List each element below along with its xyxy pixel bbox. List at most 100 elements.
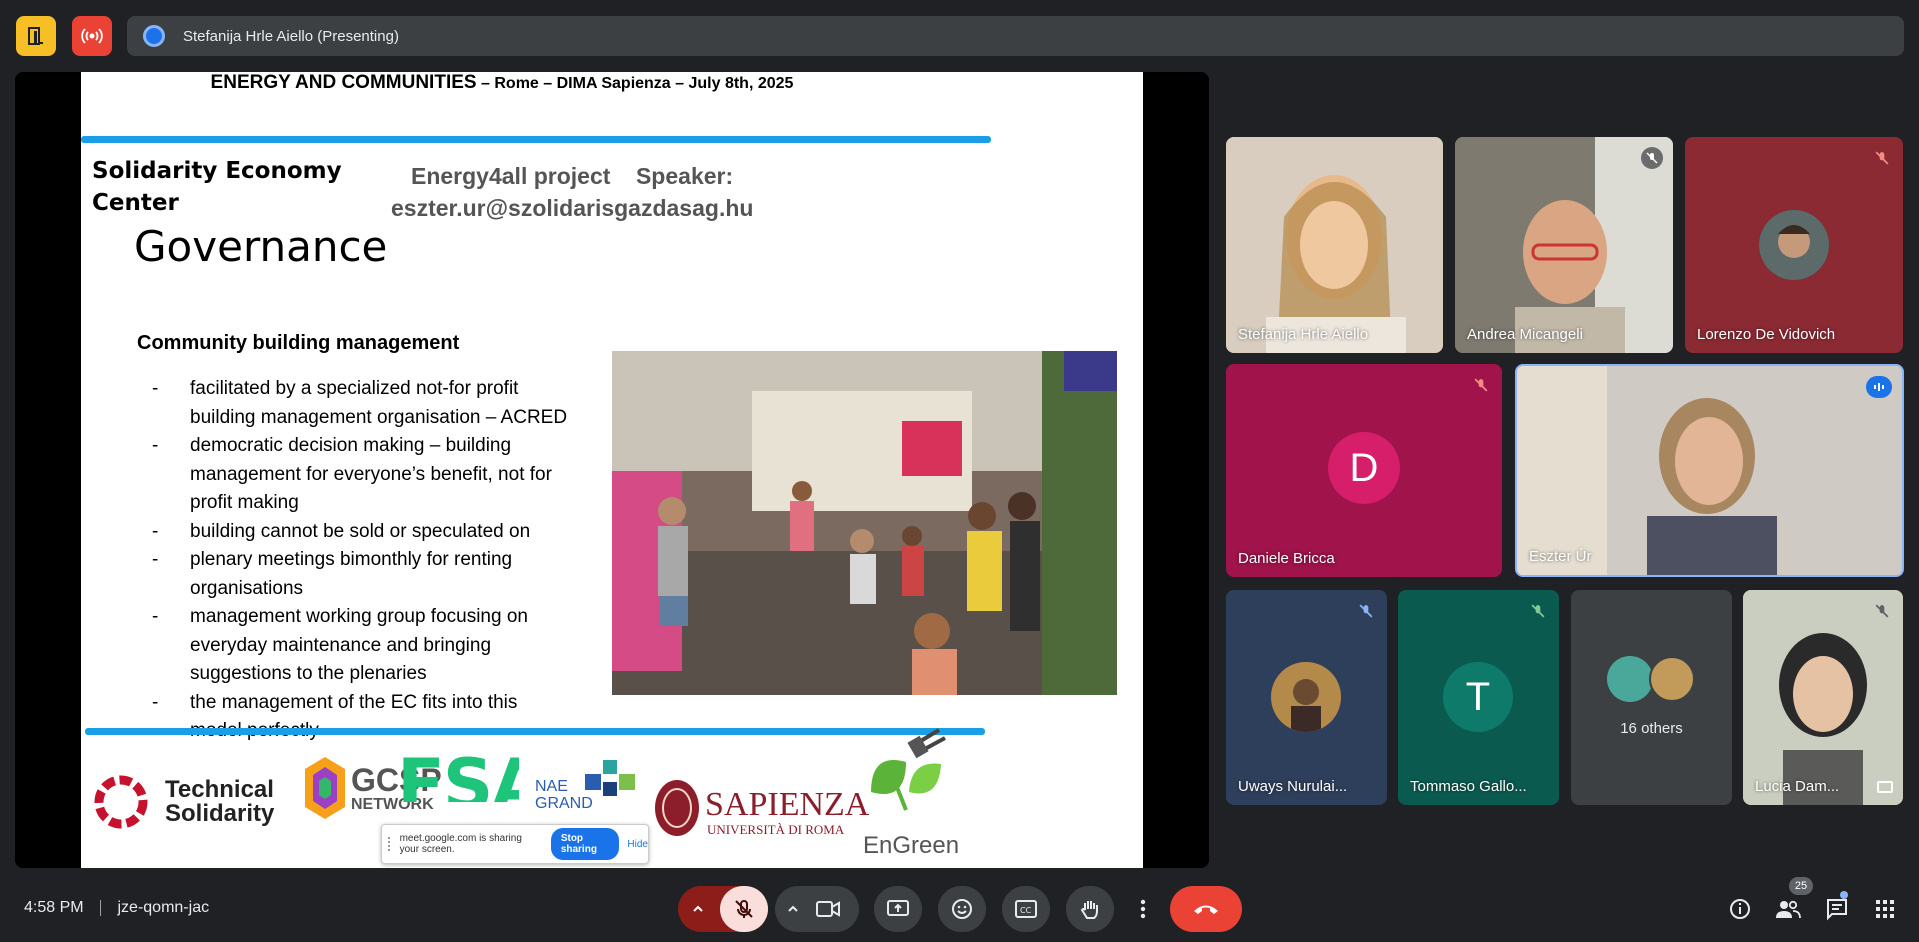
hand-icon [1080,901,1098,919]
speaking-indicator-icon [1866,376,1892,398]
chevron-up-icon[interactable] [688,899,708,924]
more-options-button[interactable] [1130,886,1156,932]
technical-solidarity-text: Technical Solidarity [165,776,275,827]
participant-video [1517,366,1902,575]
sapienza-subtext: UNIVERSITÀ DI ROMA [707,822,845,837]
mic-off-icon[interactable] [720,886,768,932]
bullet-item: - building cannot be sold or speculated o… [152,520,531,542]
door-icon[interactable] [16,16,56,56]
org-name-line2: Center [92,190,179,216]
stop-sharing-button[interactable]: Stop sharing [550,828,620,860]
mic-off-icon [1641,147,1663,169]
presenter-logo-icon [143,25,165,47]
mic-off-icon [1871,147,1893,169]
mic-off-icon [1470,374,1492,396]
bullet-item: - the management of the EC fits into this… [152,691,518,742]
chat-icon[interactable] [1824,896,1850,922]
top-bar: Stefanija Hrle Aiello (Presenting) [0,0,1919,72]
slide-header-details: – Rome – DIMA Sapienza – July 8th, 2025 [476,75,794,92]
more-vert-icon [1140,899,1146,919]
mic-off-icon [1355,600,1377,622]
apps-grid-icon[interactable] [1872,896,1898,922]
present-icon [887,900,909,916]
clock-time: 4:58 PM [24,899,84,916]
slide-divider-top [81,136,991,143]
videocam-icon[interactable] [815,897,841,926]
meeting-info: 4:58 PM jze-qomn-jac [24,899,209,917]
presentation-bar[interactable]: Stefanija Hrle Aiello (Presenting) [127,16,1904,56]
participant-avatar: T [1443,662,1513,732]
participant-tile[interactable]: Lorenzo De Vidovich [1685,137,1903,353]
participant-tile[interactable]: T Tommaso Gallo... [1398,590,1559,805]
slide-header: ENERGY AND COMMUNITIES – Rome – DIMA Sap… [81,72,1143,94]
participant-name: Lorenzo De Vidovich [1697,326,1836,343]
participant-name: Daniele Bricca [1238,550,1335,567]
hide-popup-link[interactable]: Hide [627,839,648,850]
svg-text:CC: CC [1020,906,1032,915]
participant-tile[interactable]: D Daniele Bricca [1226,364,1502,577]
info-icon[interactable] [1727,896,1753,922]
presentation-slide: ENERGY AND COMMUNITIES – Rome – DIMA Sap… [81,72,1143,868]
presenting-label: Stefanija Hrle Aiello (Presenting) [183,27,399,45]
call-end-icon [1194,905,1218,914]
puzzle-logo [585,760,635,796]
participant-video [1455,137,1673,353]
sapienza-seal-icon [655,780,699,836]
bullet-item: - plenary meetings bimonthly for renting o… [152,549,513,599]
bullet-item: - democratic decision making – building ma… [152,435,552,513]
bullet-list: - facilitated by a specialized not-for pr… [137,375,637,746]
org-name: Solidarity Economy Center [92,155,342,219]
captions-icon: CC [1015,900,1037,918]
community-photo [612,351,1117,695]
engreen-logo [871,728,946,811]
mic-off-icon [1871,600,1893,622]
slide-header-title: ENERGY AND COMMUNITIES [210,72,477,93]
shared-screen[interactable]: ENERGY AND COMMUNITIES – Rome – DIMA Sap… [15,72,1209,868]
slide-subtitle: Community building management [137,332,460,354]
share-message: meet.google.com is sharing your screen. [399,833,522,855]
fsa-logo: FSA [397,752,519,802]
captions-button[interactable]: CC [1002,886,1050,932]
slide-title: Governance [134,222,388,271]
reactions-button[interactable] [938,886,986,932]
people-count-badge: 25 [1789,877,1813,895]
broadcast-icon[interactable] [72,16,112,56]
participant-avatar [1607,656,1653,702]
chevron-up-icon[interactable] [783,899,803,924]
technical-solidarity-logo [94,775,148,829]
engreen-text: EnGreen [863,832,960,859]
others-tile[interactable]: 16 others [1571,590,1732,805]
participant-video [1743,590,1903,805]
people-icon[interactable] [1775,896,1801,922]
participant-avatar [1271,662,1341,732]
participant-name: Tommaso Gallo... [1410,778,1527,795]
emoji-icon [952,899,972,919]
participant-tile[interactable]: Uways Nurulai... [1226,590,1387,805]
participant-tile[interactable]: Lucia Dam... [1743,590,1903,805]
meeting-code: jze-qomn-jac [117,899,210,916]
participant-avatar: D [1328,432,1400,504]
org-name-line1: Solidarity Economy [92,158,342,184]
participant-tile-active-speaker[interactable]: Eszter Úr [1515,364,1904,577]
raise-hand-button[interactable] [1066,886,1114,932]
drag-handle-icon[interactable] [388,837,392,851]
mic-off-icon [1527,600,1549,622]
project-line2: eszter.ur@szolidarisgazdasag.hu [391,195,754,221]
participant-name: Lucia Dam... [1755,778,1840,795]
present-screen-button[interactable] [874,886,922,932]
participant-name: Uways Nurulai... [1238,778,1348,795]
others-count: 16 others [1620,720,1683,737]
project-info: Energy4all project Speaker: eszter.ur@sz… [391,160,753,224]
participant-avatar [1649,656,1695,702]
microphone-control[interactable] [678,886,768,932]
participant-name: Andrea Micangeli [1467,326,1583,343]
participant-avatar [1759,210,1829,280]
pip-icon[interactable] [1877,781,1893,793]
sapienza-text: SAPIENZA [705,786,870,823]
camera-control[interactable] [775,886,859,932]
participant-tile[interactable]: Andrea Micangeli [1455,137,1673,353]
participant-video [1226,137,1443,353]
participant-tile[interactable]: Stefanija Hrle Aiello [1226,137,1443,353]
leave-call-button[interactable] [1170,886,1242,932]
project-line1: Energy4all project Speaker: [411,163,734,189]
